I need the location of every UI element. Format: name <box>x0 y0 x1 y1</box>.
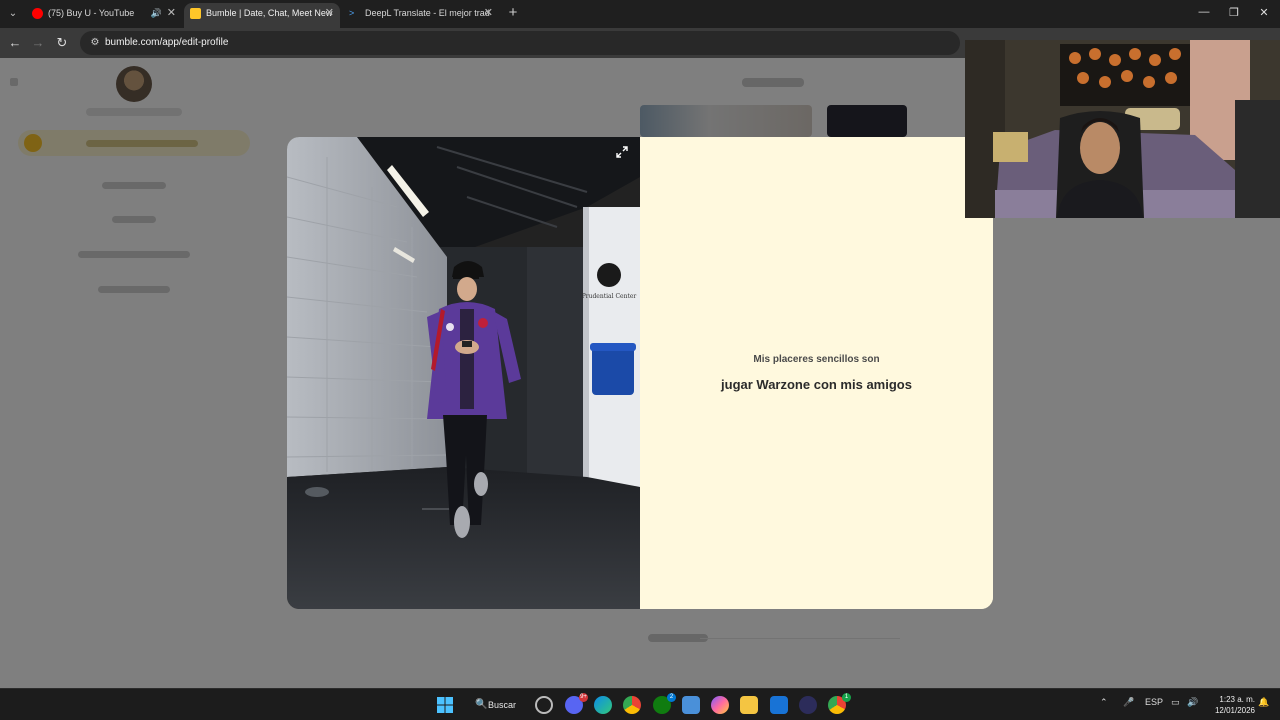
chrome-badge: 1 <box>842 693 851 702</box>
microphone-icon[interactable]: 🎤 <box>1123 697 1134 708</box>
browser-tabstrip: ⌄ (75) Buy U - YouTube 🔊 ✕ Bumble | Date… <box>0 0 1280 28</box>
webcam-image <box>965 40 1280 218</box>
tab-bumble-title: Bumble | Date, Chat, Meet New <box>206 8 333 18</box>
deepl-icon: > <box>349 8 355 18</box>
profile-photo: Prudential Center <box>287 137 640 609</box>
tab-close-icon[interactable]: ✕ <box>484 3 493 24</box>
tab-deepl-title: DeepL Translate - El mejor trad <box>365 8 490 18</box>
minimize-icon[interactable]: — <box>1194 6 1214 18</box>
obs-icon[interactable] <box>535 696 553 714</box>
site-info-icon[interactable]: ⚙ <box>88 36 102 50</box>
clock-date: 12/01/2026 <box>1214 706 1255 715</box>
new-tab-button[interactable]: + <box>505 4 521 21</box>
tab-youtube-title: (75) Buy U - YouTube <box>48 8 135 18</box>
windows-start-icon[interactable] <box>436 696 454 714</box>
clock-time: 1:23 a. m. <box>1219 695 1255 704</box>
taskbar-clock[interactable]: 1:23 a. m. 12/01/2026 <box>1207 694 1255 716</box>
file-explorer-icon[interactable] <box>740 696 758 714</box>
tab-close-icon[interactable]: ✕ <box>167 3 176 24</box>
xbox-badge: 2 <box>667 693 676 702</box>
reload-icon[interactable]: ↻ <box>53 34 71 52</box>
volume-icon[interactable]: 🔊 <box>1187 697 1198 708</box>
language-indicator[interactable]: ESP <box>1145 697 1163 707</box>
discord-icon[interactable]: 9+ <box>565 693 588 714</box>
discord-badge: 9+ <box>579 693 588 702</box>
photo-hallway-image: Prudential Center <box>287 137 640 609</box>
tray-overflow-icon[interactable]: ⌃ <box>1100 697 1108 708</box>
prudential-center-sign: Prudential Center <box>582 293 637 300</box>
windows-taskbar: 🔍 Buscar 9+ 2 1 ⌃ 🎤 ESP ▭ 🔊 1:23 a. m. 1… <box>0 688 1280 720</box>
close-window-icon[interactable]: ✕ <box>1254 6 1274 19</box>
prompt-question: Mis placeres sencillos son <box>753 354 880 365</box>
copilot-icon[interactable] <box>711 696 729 714</box>
tab-close-icon[interactable]: ✕ <box>325 3 334 24</box>
profile-preview-modal: Prudential Center Mis placeres sencillos… <box>287 137 993 609</box>
back-icon[interactable]: ← <box>6 34 24 52</box>
youtube-icon <box>32 8 43 19</box>
app-icon[interactable] <box>799 696 817 714</box>
photos-icon[interactable] <box>682 696 700 714</box>
tab-search-icon[interactable]: ⌄ <box>4 5 22 23</box>
tab-deepl[interactable]: > DeepL Translate - El mejor trad ✕ <box>343 3 499 28</box>
taskbar-search[interactable]: 🔍 Buscar <box>468 694 524 716</box>
notification-bell-icon[interactable]: 🔔 <box>1258 697 1269 708</box>
tab-bumble[interactable]: Bumble | Date, Chat, Meet New ✕ <box>184 3 340 28</box>
tab-youtube[interactable]: (75) Buy U - YouTube 🔊 ✕ <box>26 3 182 28</box>
bumble-icon <box>190 8 201 19</box>
restore-icon[interactable]: ❐ <box>1224 6 1244 19</box>
speaker-icon[interactable]: 🔊 <box>151 3 162 24</box>
expand-icon[interactable] <box>615 145 629 159</box>
store-icon[interactable] <box>770 696 788 714</box>
profile-prompt-panel: Mis placeres sencillos son jugar Warzone… <box>640 137 993 609</box>
forward-icon[interactable]: → <box>29 34 47 52</box>
address-bar[interactable]: ⚙ bumble.com/app/edit-profile <box>80 31 960 55</box>
chrome-active-icon[interactable]: 1 <box>828 693 851 714</box>
search-icon: 🔍 <box>475 699 488 710</box>
taskbar-search-label: Buscar <box>488 700 517 710</box>
edge-icon[interactable] <box>594 696 612 714</box>
xbox-icon[interactable]: 2 <box>653 693 676 714</box>
network-icon[interactable]: ▭ <box>1171 697 1180 708</box>
webcam-overlay <box>965 40 1280 218</box>
chrome-icon[interactable] <box>623 696 641 714</box>
prompt-answer: jugar Warzone con mis amigos <box>721 377 912 392</box>
url-text: bumble.com/app/edit-profile <box>105 37 229 48</box>
